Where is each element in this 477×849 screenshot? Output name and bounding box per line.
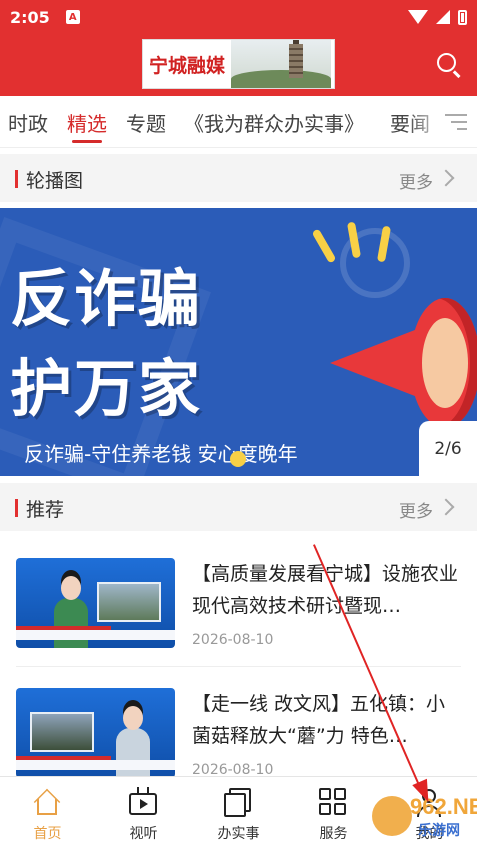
megaphone-icon xyxy=(311,221,477,438)
carousel-section-header: 轮播图 更多 xyxy=(0,154,477,202)
home-icon xyxy=(32,787,62,817)
channel-tabs: 时政 精选 专题 《我为群众办实事》 要闻 xyxy=(0,96,477,148)
carousel-indicator xyxy=(230,451,246,467)
tab-banshishi[interactable]: 《我为群众办实事》 xyxy=(184,108,364,137)
nav-label: 服务 xyxy=(319,826,348,842)
status-icons xyxy=(408,9,467,25)
tab-jingxuan[interactable]: 精选 xyxy=(67,108,107,137)
grid-icon xyxy=(318,787,348,817)
more-link[interactable]: 更多 xyxy=(399,497,433,522)
status-bar: 2:05 A xyxy=(0,0,477,34)
carousel-pager: 2/6 xyxy=(419,421,477,476)
chevron-right-icon[interactable] xyxy=(437,498,455,516)
list-item[interactable]: 【高质量发展看宁城】设施农业现代高效技术研讨暨现… 2026-08-10 xyxy=(0,558,477,686)
channel-menu-icon[interactable] xyxy=(445,112,467,132)
chevron-right-icon[interactable] xyxy=(437,169,455,187)
banner-headline: 护万家 xyxy=(10,352,203,425)
video-icon xyxy=(128,787,158,817)
nav-label: 办实事 xyxy=(217,826,260,842)
section-title: 推荐 xyxy=(26,499,65,521)
nav-label: 首页 xyxy=(33,826,62,842)
battery-icon xyxy=(458,9,467,25)
signal-icon xyxy=(436,10,450,24)
news-headline: 【走一线 改文风】五化镇：小菌菇释放大“蘑”力 特色… xyxy=(192,693,446,747)
active-tab-indicator xyxy=(72,140,102,143)
section-title: 轮播图 xyxy=(26,170,84,192)
tab-zhuanti[interactable]: 专题 xyxy=(126,108,166,137)
notification-app-icon: A xyxy=(65,10,80,24)
pagoda-image xyxy=(231,40,332,88)
news-headline: 【高质量发展看宁城】设施农业现代高效技术研讨暨现… xyxy=(192,563,459,617)
search-icon[interactable] xyxy=(435,51,463,79)
nav-label: 视听 xyxy=(129,826,158,842)
banner-headline: 反诈骗 xyxy=(10,262,203,335)
tab-shizheng[interactable]: 时政 xyxy=(8,108,48,137)
recommend-section-header: 推荐 更多 xyxy=(0,483,477,531)
more-link[interactable]: 更多 xyxy=(399,168,433,193)
documents-icon xyxy=(223,787,253,817)
app-header: 宁城融媒 xyxy=(0,34,477,96)
carousel-banner[interactable]: 反诈骗 护万家 反诈骗-守住养老钱 安心度晚年 xyxy=(0,208,477,476)
logo-text: 宁城融媒 xyxy=(149,54,226,77)
app-logo: 宁城融媒 xyxy=(142,39,335,89)
nav-home[interactable]: 首页 xyxy=(0,777,95,849)
news-thumbnail xyxy=(16,558,175,648)
nav-banshishi[interactable]: 办实事 xyxy=(191,777,286,849)
wifi-icon xyxy=(408,10,428,24)
watermark-sub: 乐游网 xyxy=(418,823,460,839)
nav-services[interactable]: 服务 xyxy=(286,777,381,849)
news-date: 2026-08-10 xyxy=(192,632,274,648)
banner-caption: 反诈骗-守住养老钱 安心度晚年 xyxy=(24,442,298,466)
news-thumbnail xyxy=(16,688,175,778)
status-time: 2:05 xyxy=(10,7,50,27)
nav-video[interactable]: 视听 xyxy=(96,777,191,849)
